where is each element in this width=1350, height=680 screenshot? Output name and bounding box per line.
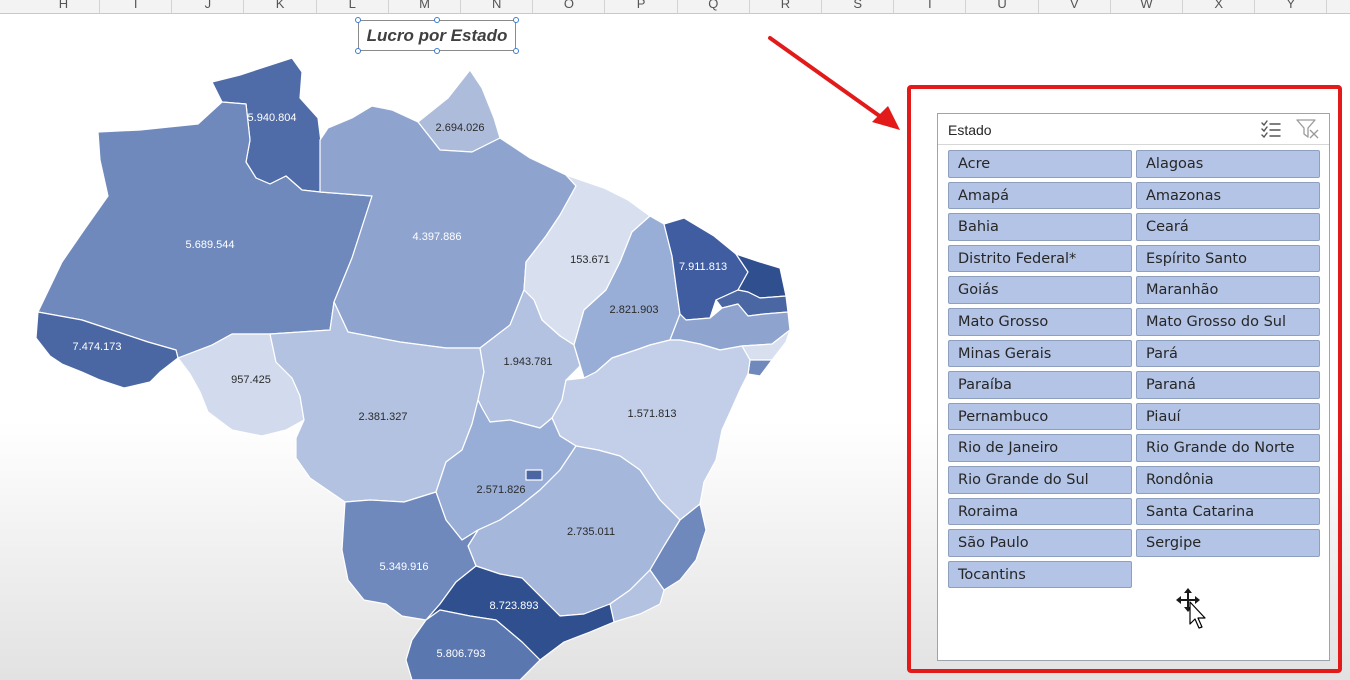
state-distrito-federal[interactable]: [525, 469, 543, 481]
column-header[interactable]: S: [822, 0, 895, 13]
column-header[interactable]: M: [389, 0, 461, 13]
label-amazonas: 5.689.544: [186, 239, 235, 251]
slicer-item[interactable]: Minas Gerais: [948, 339, 1132, 368]
column-header[interactable]: T: [894, 0, 967, 13]
label-amapa: 2.694.026: [436, 122, 485, 134]
annotation-arrow-icon: [768, 36, 900, 130]
slicer-item[interactable]: Paraná: [1136, 371, 1320, 399]
label-piaui: 2.821.903: [610, 304, 659, 316]
slicer-item[interactable]: Ceará: [1136, 213, 1320, 241]
slicer-item[interactable]: Mato Grosso: [948, 307, 1132, 336]
slicer-item[interactable]: Espírito Santo: [1136, 244, 1320, 273]
column-header[interactable]: L: [317, 0, 389, 13]
slicer-item[interactable]: Rio de Janeiro: [948, 434, 1132, 462]
column-header[interactable]: Q: [678, 0, 750, 13]
slicer-item[interactable]: Pará: [1136, 339, 1320, 368]
slicer-title: Estado: [948, 122, 992, 138]
slicer-item[interactable]: Sergipe: [1136, 529, 1320, 557]
label-sao-paulo: 8.723.893: [490, 600, 539, 612]
label-goias: 2.571.826: [477, 484, 526, 496]
slicer-item[interactable]: Acre: [948, 150, 1132, 178]
column-header[interactable]: R: [750, 0, 822, 13]
column-header[interactable]: Y: [1255, 0, 1328, 13]
state-sergipe[interactable]: [747, 359, 773, 377]
resize-handle[interactable]: [513, 17, 519, 23]
column-header[interactable]: H: [28, 0, 100, 13]
column-header[interactable]: P: [606, 0, 678, 13]
slicer-item[interactable]: Bahia: [948, 213, 1132, 241]
slicer-item[interactable]: Amazonas: [1136, 181, 1320, 210]
brazil-choropleth-map[interactable]: 5.940.804 2.694.026 5.689.544 4.397.886 …: [0, 13, 800, 680]
label-acre: 7.474.173: [73, 341, 122, 353]
slicer-item[interactable]: Paraíba: [948, 371, 1132, 399]
multi-select-icon[interactable]: [1260, 120, 1282, 138]
slicer-item[interactable]: Mato Grosso do Sul: [1136, 307, 1320, 336]
slicer-item[interactable]: Amapá: [948, 181, 1132, 210]
column-header-bar: HIJKLMNOPQRSTUVWXY: [0, 0, 1350, 14]
label-mato-grosso: 2.381.327: [359, 411, 408, 423]
slicer-item[interactable]: Santa Catarina: [1136, 497, 1320, 526]
estado-slicer[interactable]: Estado Acre Alagoas Amapá Amazonas Bahia Cear…: [937, 113, 1330, 661]
label-para: 4.397.886: [413, 231, 462, 243]
slicer-item[interactable]: Rio Grande do Norte: [1136, 434, 1320, 462]
slicer-item[interactable]: Pernambuco: [948, 402, 1132, 431]
column-header[interactable]: N: [461, 0, 534, 13]
slicer-item[interactable]: Maranhão: [1136, 276, 1320, 304]
label-ceara: 7.911.813: [679, 261, 727, 273]
clear-filter-icon[interactable]: [1296, 119, 1320, 139]
slicer-item[interactable]: Piauí: [1136, 402, 1320, 431]
column-header[interactable]: W: [1111, 0, 1183, 13]
resize-handle[interactable]: [355, 17, 361, 23]
slicer-item[interactable]: São Paulo: [948, 529, 1132, 557]
column-header[interactable]: X: [1183, 0, 1256, 13]
slicer-item[interactable]: Goiás: [948, 276, 1132, 304]
map-title[interactable]: Lucro por Estado: [358, 20, 516, 51]
label-maranhao: 153.671: [570, 254, 610, 266]
column-header[interactable]: J: [172, 0, 245, 13]
label-mato-grosso-do-sul: 5.349.916: [380, 561, 429, 573]
slicer-item[interactable]: Alagoas: [1136, 150, 1320, 178]
resize-handle[interactable]: [434, 17, 440, 23]
column-header[interactable]: O: [533, 0, 606, 13]
label-minas-gerais: 2.735.011: [567, 526, 615, 538]
resize-handle[interactable]: [355, 48, 361, 54]
slicer-item[interactable]: Rondônia: [1136, 465, 1320, 494]
label-tocantins: 1.943.781: [504, 356, 553, 368]
label-roraima: 5.940.804: [248, 112, 297, 124]
label-rondonia: 957.425: [231, 374, 271, 386]
resize-handle[interactable]: [513, 48, 519, 54]
resize-handle[interactable]: [434, 48, 440, 54]
slicer-header: Estado: [938, 114, 1329, 145]
slicer-item[interactable]: Rio Grande do Sul: [948, 465, 1132, 494]
map-title-text: Lucro por Estado: [366, 25, 508, 45]
slicer-items: Acre Alagoas Amapá Amazonas Bahia Ceará Distri…: [948, 150, 1320, 589]
slicer-item[interactable]: Tocantins: [948, 560, 1132, 589]
column-header[interactable]: U: [967, 0, 1039, 13]
column-header[interactable]: V: [1039, 0, 1111, 13]
label-bahia: 1.571.813: [628, 408, 677, 420]
label-parana: 5.806.793: [437, 648, 486, 660]
column-header[interactable]: K: [245, 0, 317, 13]
slicer-item[interactable]: Roraima: [948, 497, 1132, 526]
slicer-item[interactable]: Distrito Federal*: [948, 244, 1132, 273]
move-cursor-icon: [1176, 588, 1206, 629]
column-header[interactable]: I: [100, 0, 173, 13]
